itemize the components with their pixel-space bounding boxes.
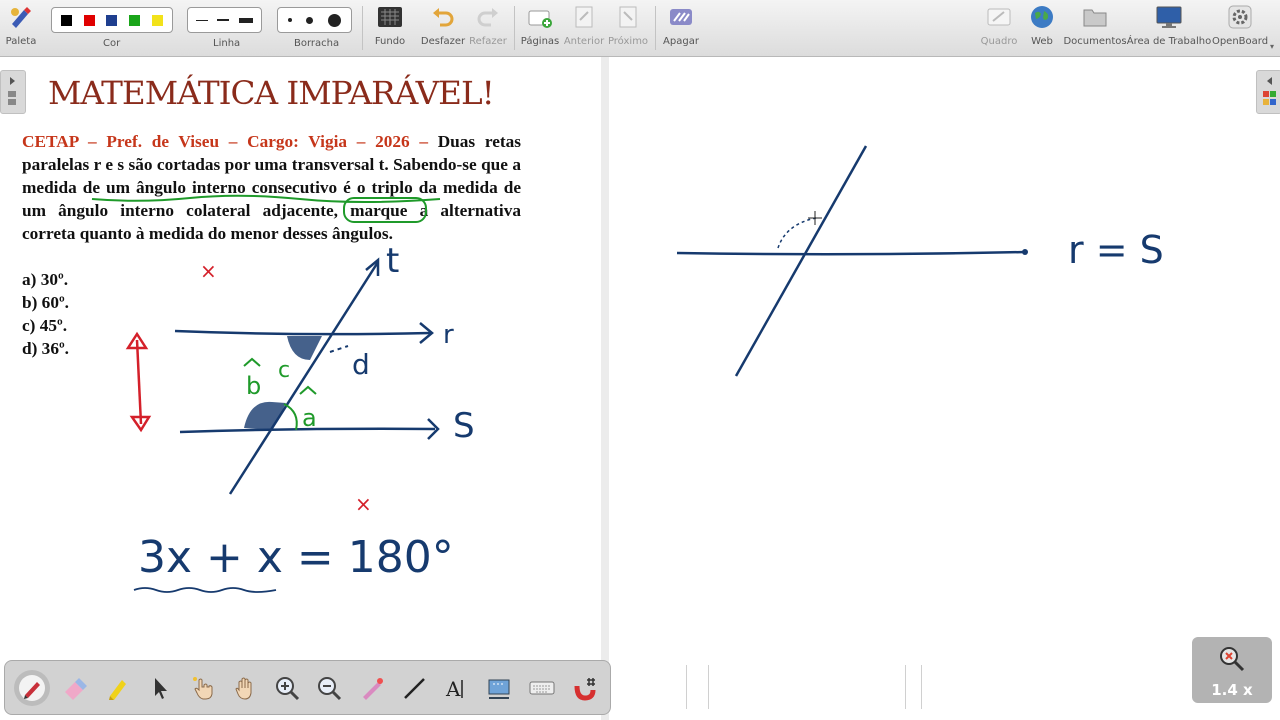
magnet-tool-button[interactable]	[567, 670, 603, 706]
hand-icon	[235, 677, 252, 700]
text-icon: A	[445, 677, 463, 701]
angle-d-dash	[329, 345, 349, 353]
equation-underline	[133, 587, 277, 593]
line-r-stroke	[174, 329, 431, 336]
highlighter-tool-button[interactable]	[100, 670, 136, 706]
select-tool-button[interactable]	[142, 670, 178, 706]
laser-pointer-icon	[363, 678, 383, 700]
hat-a	[299, 385, 317, 395]
faint-line	[708, 665, 709, 709]
eraser-icon	[65, 678, 87, 700]
faint-line	[686, 665, 687, 709]
zoom-magnifier-icon	[1220, 647, 1245, 672]
svg-text:A: A	[445, 677, 461, 701]
label-a: a	[302, 404, 317, 432]
zoom-in-icon	[276, 677, 300, 701]
label-r: r	[443, 320, 454, 350]
line-tool-button[interactable]	[396, 670, 432, 706]
eraser-tool-button[interactable]	[57, 670, 93, 706]
zoom-in-tool-button[interactable]	[269, 670, 305, 706]
right-transversal-stroke	[734, 145, 868, 377]
crosshair-cursor-icon	[808, 211, 822, 225]
label-s: S	[453, 406, 475, 446]
keyboard-icon	[529, 681, 555, 695]
label-b: b	[246, 372, 261, 400]
right-note: r = S	[1068, 228, 1164, 272]
line-icon	[404, 678, 425, 699]
zoom-level: 1.4 x	[1211, 681, 1253, 699]
capture-tool-button[interactable]	[481, 670, 517, 706]
zoom-out-icon	[318, 677, 342, 701]
highlighter-icon	[109, 680, 126, 700]
arrow-cursor-icon	[155, 678, 167, 699]
interact-tool-button[interactable]	[185, 670, 221, 706]
cross-mark-2: ×	[355, 492, 372, 516]
laser-pointer-tool-button[interactable]	[354, 670, 390, 706]
tool-dock: A	[4, 660, 611, 715]
hat-b	[243, 357, 261, 367]
faint-line	[905, 665, 906, 709]
screen-capture-icon	[488, 679, 510, 699]
pointing-hand-icon	[193, 677, 213, 700]
handwriting-layer: t r S b c d a × × 3x + x = 180° r = S	[91, 145, 1164, 593]
label-t: t	[386, 241, 399, 281]
equation-text: 3x + x = 180°	[138, 532, 454, 583]
zoom-out-tool-button[interactable]	[311, 670, 347, 706]
zoom-indicator[interactable]: 1.4 x	[1192, 637, 1272, 703]
label-c: c	[278, 358, 290, 383]
keyboard-tool-button[interactable]	[524, 670, 560, 706]
red-arrow-stroke	[135, 339, 143, 425]
magnet-icon	[574, 678, 596, 701]
right-line-stroke	[676, 250, 1026, 256]
right-line-end-dot	[1022, 249, 1028, 255]
pen-tool-button[interactable]	[14, 670, 50, 706]
pen-icon	[19, 675, 45, 701]
faint-line	[921, 665, 922, 709]
text-tool-button[interactable]: A	[438, 670, 474, 706]
hand-tool-button[interactable]	[227, 670, 263, 706]
cross-mark-1: ×	[200, 259, 217, 283]
label-d: d	[352, 348, 370, 381]
